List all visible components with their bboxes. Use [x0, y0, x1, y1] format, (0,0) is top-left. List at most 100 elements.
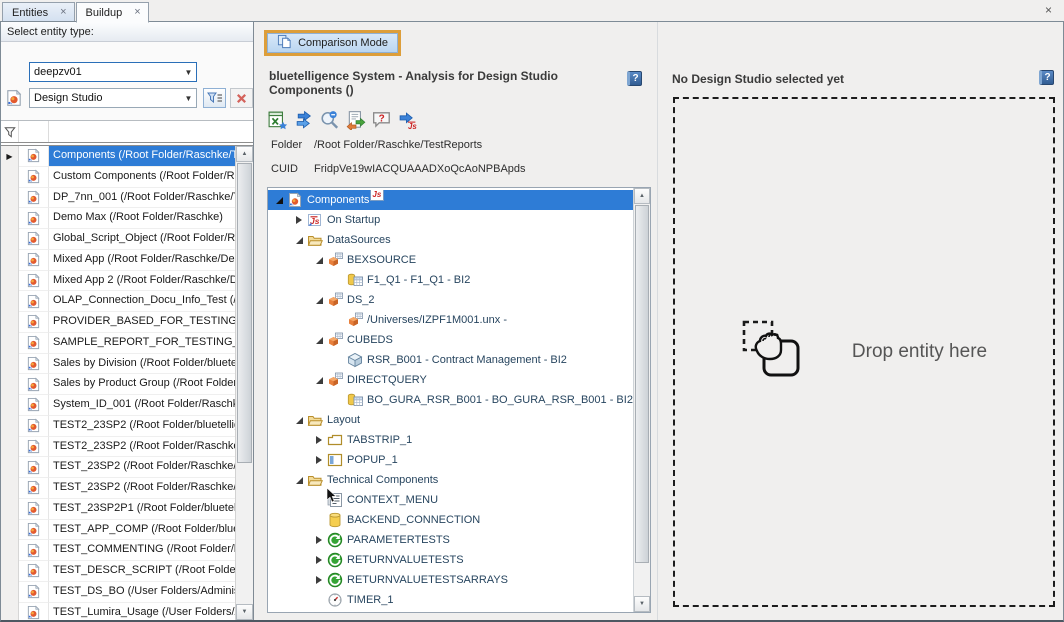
tree-scrollbar[interactable]: ▲ ▼ [633, 188, 650, 612]
entity-dropzone[interactable]: Drop entity here [673, 97, 1055, 607]
help-bubble-icon[interactable]: ? [372, 110, 392, 130]
comparison-mode-button[interactable]: Comparison Mode [264, 30, 401, 56]
entity-row[interactable]: TEST_23SP2P1 (/Root Folder/bluetelli [1, 499, 235, 520]
expander-closed-icon[interactable] [314, 556, 324, 564]
app-window: Entities × Buildup × × Select entity typ… [0, 0, 1064, 622]
entity-row[interactable]: TEST_Lumira_Usage (/User Folders/A [1, 603, 235, 621]
entity-row[interactable]: System_ID_001 (/Root Folder/Raschk [1, 395, 235, 416]
filter-cell-icon[interactable] [19, 121, 49, 142]
entity-list-scrollbar[interactable]: ▲ ▼ [235, 146, 253, 620]
tree-row[interactable]: DS_2 [268, 290, 633, 310]
close-icon[interactable]: × [134, 7, 140, 18]
expander-closed-icon[interactable] [314, 436, 324, 444]
expander-open-icon[interactable] [314, 337, 324, 344]
expander-open-icon[interactable] [314, 297, 324, 304]
expander-open-icon[interactable] [274, 197, 284, 204]
filter-cell-text[interactable] [49, 121, 253, 142]
tree-row[interactable]: POPUP_1 [268, 450, 633, 470]
expander-closed-icon[interactable] [314, 536, 324, 544]
tree-row[interactable]: TABSTRIP_1 [268, 430, 633, 450]
tree-node-label: TABSTRIP_1 [347, 434, 412, 446]
designstudio-entity-icon [19, 374, 49, 395]
tree-row[interactable]: F1_Q1 - F1_Q1 - BI2 [268, 270, 633, 290]
excel-export-icon[interactable] [268, 110, 288, 130]
close-icon[interactable]: × [60, 7, 66, 18]
entity-row[interactable]: Demo Max (/Root Folder/Raschke) [1, 208, 235, 229]
expander-closed-icon[interactable] [294, 216, 304, 224]
tree-row[interactable]: Layout [268, 410, 633, 430]
tree-row[interactable]: RSR_B001 - Contract Management - BI2 [268, 350, 633, 370]
entity-row[interactable]: Sales by Product Group (/Root Folder [1, 374, 235, 395]
expander-open-icon[interactable] [294, 477, 304, 484]
expander-open-icon[interactable] [294, 237, 304, 244]
tree-row[interactable]: RETURNVALUETESTS [268, 550, 633, 570]
funnel-icon[interactable] [1, 121, 19, 142]
entity-row[interactable]: Global_Script_Object (/Root Folder/R [1, 229, 235, 250]
scroll-thumb[interactable] [237, 163, 252, 463]
tree-row[interactable]: Technical Components [268, 470, 633, 490]
expander-open-icon[interactable] [314, 377, 324, 384]
help-icon[interactable]: ? [1039, 70, 1054, 85]
entity-row[interactable]: TEST_COMMENTING (/Root Folder/bl [1, 540, 235, 561]
tree-row[interactable]: DataSources [268, 230, 633, 250]
tab-buildup[interactable]: Buildup × [76, 2, 149, 23]
system-select[interactable]: deepzv01 ▼ [29, 62, 197, 82]
expander-open-icon[interactable] [314, 257, 324, 264]
entity-label: TEST2_23SP2 (/Root Folder/bluetellig [49, 416, 235, 437]
entity-type-select[interactable]: Design Studio ▼ [29, 88, 197, 108]
close-icon[interactable]: × [1045, 4, 1052, 16]
chevron-down-icon[interactable]: ▼ [181, 94, 196, 103]
expander-closed-icon[interactable] [314, 456, 324, 464]
zoom-out-icon[interactable] [320, 110, 340, 130]
expander-open-icon[interactable] [294, 417, 304, 424]
entity-row[interactable]: Mixed App (/Root Folder/Raschke/De [1, 250, 235, 271]
tree-row[interactable]: ComponentsJs [268, 190, 633, 210]
tree-row[interactable]: JsOn Startup [268, 210, 633, 230]
chevron-down-icon[interactable]: ▼ [181, 68, 196, 77]
scroll-down-icon[interactable]: ▼ [236, 604, 253, 620]
entity-row[interactable]: TEST_DS_BO (/User Folders/Administ [1, 582, 235, 603]
entity-row[interactable]: TEST2_23SP2 (/Root Folder/Raschke, [1, 437, 235, 458]
entity-row[interactable]: TEST2_23SP2 (/Root Folder/bluetellig [1, 416, 235, 437]
tab-entities[interactable]: Entities × [2, 2, 75, 22]
scroll-thumb[interactable] [635, 205, 649, 563]
query-icon [347, 392, 363, 408]
tree-row[interactable]: BACKEND_CONNECTION [268, 510, 633, 530]
clear-filter-button[interactable] [230, 88, 253, 108]
tree-row[interactable]: PARAMETERTESTS [268, 530, 633, 550]
scroll-up-icon[interactable]: ▲ [236, 146, 253, 162]
tree-row[interactable]: CONTEXT_MENU [268, 490, 633, 510]
tree-row[interactable]: TIMER_1 [268, 590, 633, 610]
entity-row[interactable]: Custom Components (/Root Folder/Ra [1, 167, 235, 188]
tree-row[interactable]: /Universes/IZPF1M001.unx - [268, 310, 633, 330]
tree-row[interactable]: CUBEDS [268, 330, 633, 350]
triangle-glyph [316, 556, 322, 564]
entity-row[interactable]: Mixed App 2 (/Root Folder/Raschke/D [1, 271, 235, 292]
entity-row[interactable]: TEST_DESCR_SCRIPT (/Root Folder/R [1, 561, 235, 582]
tree-row[interactable]: BO_GURA_RSR_B001 - BO_GURA_RSR_B001 - BI… [268, 390, 633, 410]
entity-row[interactable]: SAMPLE_REPORT_FOR_TESTING_M ( [1, 333, 235, 354]
entity-row[interactable]: TEST_APP_COMP (/Root Folder/bluet [1, 520, 235, 541]
entity-row[interactable]: ▶Components (/Root Folder/Raschke/T [1, 146, 235, 167]
js-export-icon[interactable]: Js [398, 110, 418, 130]
transfer-arrows-icon[interactable] [294, 110, 314, 130]
scroll-up-icon[interactable]: ▲ [634, 188, 650, 204]
tree-row[interactable]: BEXSOURCE [268, 250, 633, 270]
entity-row[interactable]: Sales by Division (/Root Folder/bluete [1, 354, 235, 375]
scroll-down-icon[interactable]: ▼ [634, 596, 650, 612]
help-icon[interactable]: ? [627, 71, 642, 86]
entity-row[interactable]: OLAP_Connection_Docu_Info_Test (/ [1, 291, 235, 312]
entity-row[interactable]: TEST_23SP2 (/Root Folder/Raschke/L [1, 478, 235, 499]
list-filter-row[interactable] [1, 121, 253, 142]
document-compare-icon[interactable] [346, 110, 366, 130]
dropzone-label: Drop entity here [852, 341, 987, 363]
entity-row[interactable]: DP_7nn_001 (/Root Folder/Raschke/T [1, 188, 235, 209]
folder-label: Folder [271, 139, 314, 151]
entity-row[interactable]: TEST_23SP2 (/Root Folder/Raschke/D [1, 457, 235, 478]
entity-row[interactable]: PROVIDER_BASED_FOR_TESTING (/F [1, 312, 235, 333]
tree-row[interactable]: RETURNVALUETESTSARRAYS [268, 570, 633, 590]
cuid-label: CUID [271, 163, 314, 175]
expander-closed-icon[interactable] [314, 576, 324, 584]
tree-row[interactable]: DIRECTQUERY [268, 370, 633, 390]
filter-button[interactable] [203, 88, 226, 108]
